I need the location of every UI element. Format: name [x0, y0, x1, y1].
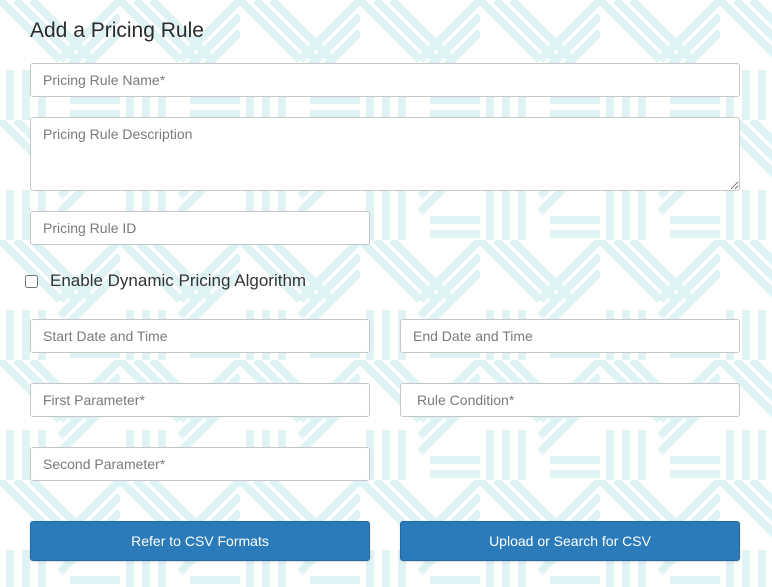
second-parameter-input[interactable]: [30, 447, 370, 481]
pricing-rule-name-input[interactable]: [30, 63, 740, 97]
dynamic-pricing-label[interactable]: Enable Dynamic Pricing Algorithm: [50, 271, 306, 291]
rule-condition-input[interactable]: [400, 383, 740, 417]
end-datetime-input[interactable]: [400, 319, 740, 353]
dynamic-pricing-row: Enable Dynamic Pricing Algorithm: [25, 270, 306, 292]
pricing-rule-description-textarea[interactable]: [30, 117, 740, 191]
dynamic-pricing-checkbox[interactable]: [25, 274, 38, 288]
page-title: Add a Pricing Rule: [30, 19, 204, 42]
first-parameter-input[interactable]: [30, 383, 370, 417]
pricing-rule-form: Add a Pricing Rule Enable Dynamic Pricin…: [0, 0, 772, 587]
csv-formats-button[interactable]: Refer to CSV Formats: [30, 521, 370, 561]
upload-csv-button[interactable]: Upload or Search for CSV: [400, 521, 740, 561]
pricing-rule-id-input[interactable]: [30, 211, 370, 245]
start-datetime-input[interactable]: [30, 319, 370, 353]
